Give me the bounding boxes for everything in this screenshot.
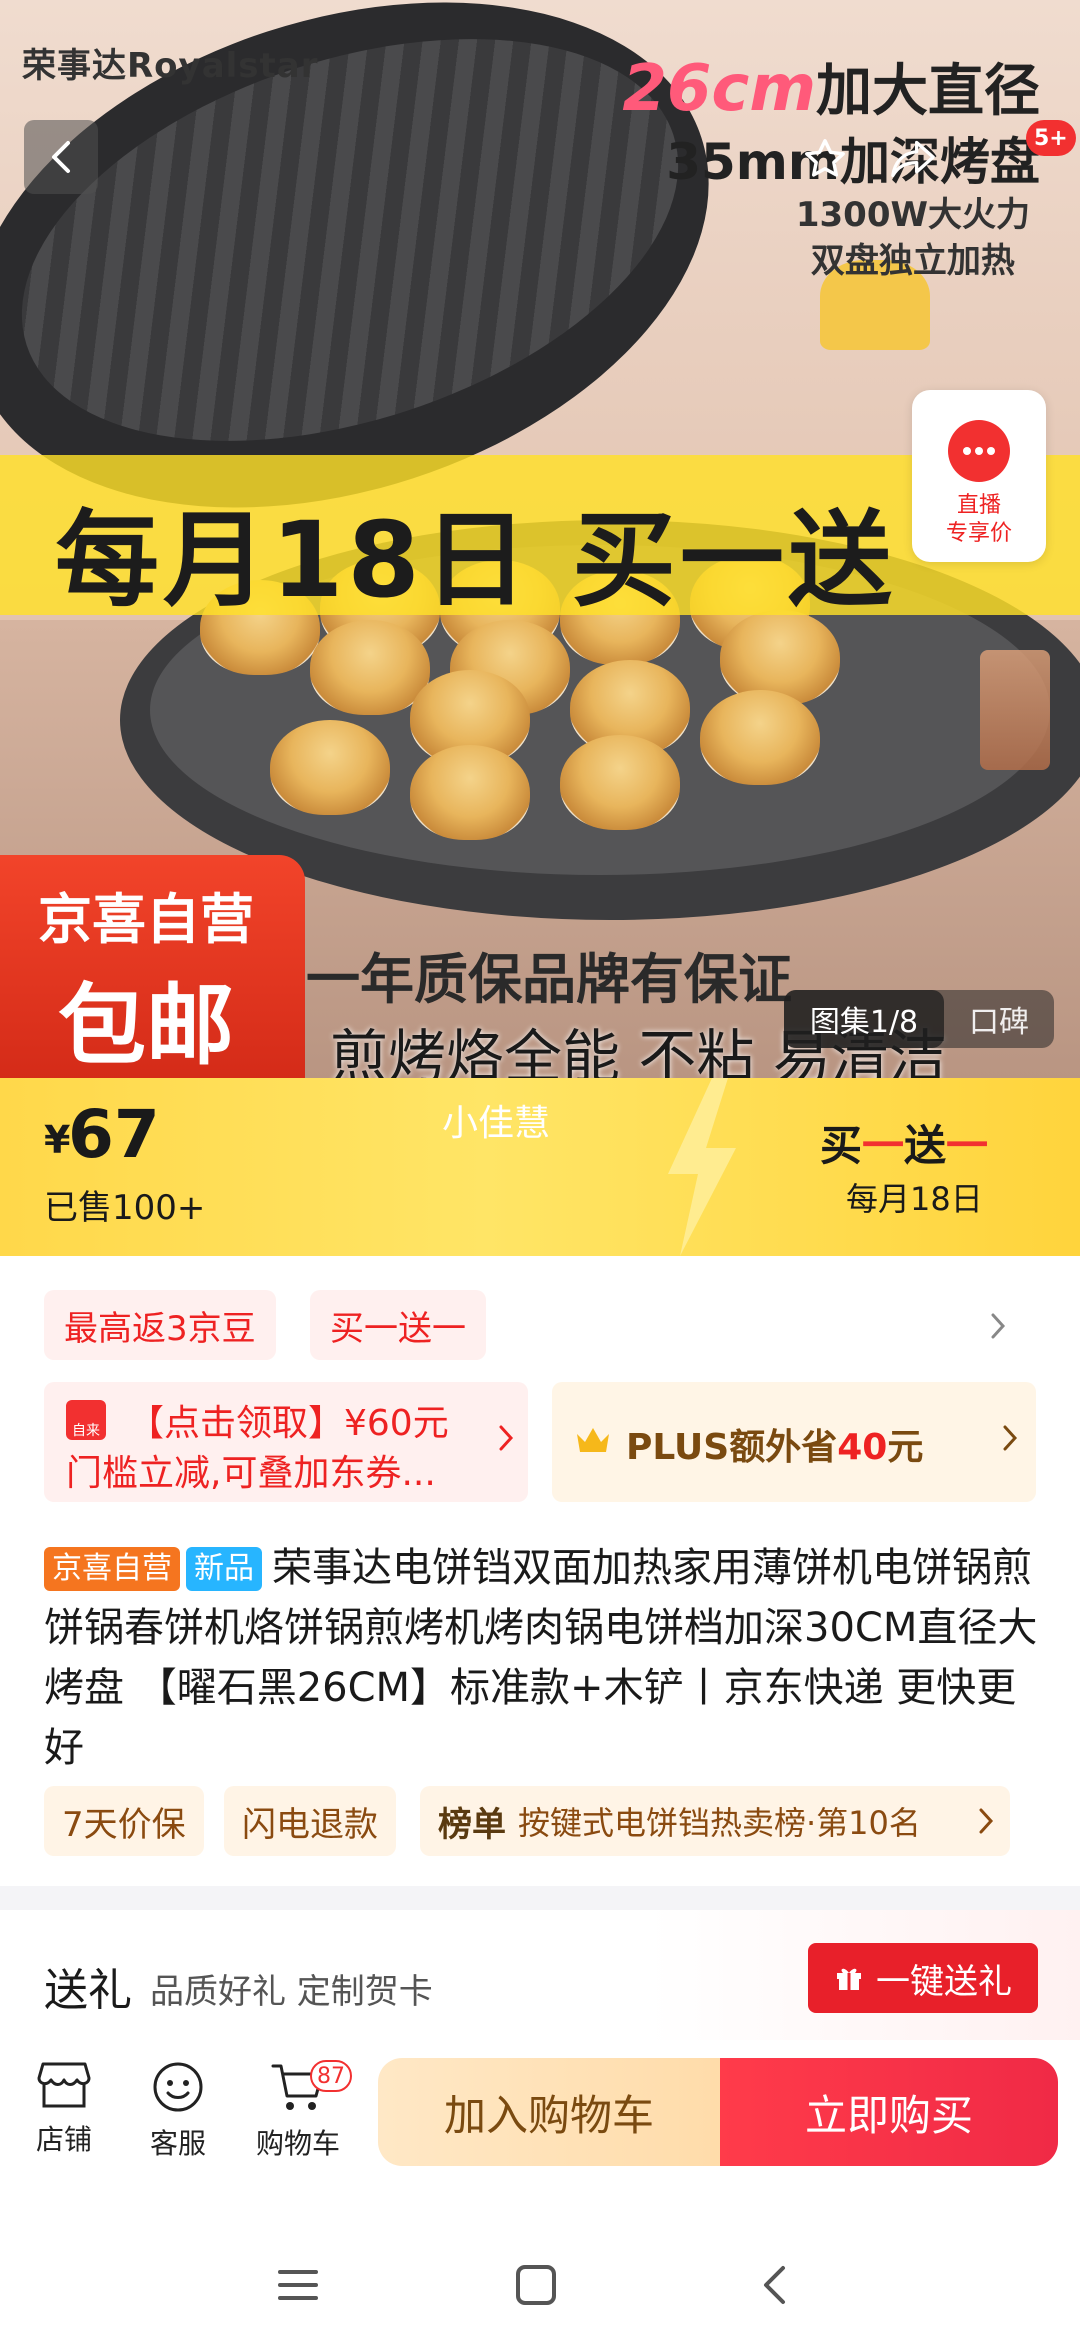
- promo-banner-text: 每月18日 买一送: [55, 499, 896, 621]
- share-icon: [891, 140, 935, 178]
- promo-size-text: 26cm加大直径: [622, 46, 1040, 127]
- gift-row[interactable]: 送礼 品质好礼 定制贺卡 一键送礼: [0, 1910, 1080, 2040]
- plus-savings-suffix: 元: [887, 1427, 924, 1468]
- product-title: 京喜自营 新品 荣事达电饼铛双面加热家用薄饼机电饼锅煎饼锅春饼机烙饼锅煎烤机烤肉锅电…: [44, 1538, 1044, 1778]
- plus-savings-text: PLUS额外省40元: [626, 1418, 923, 1470]
- live-price-card[interactable]: 直播 专享价: [912, 390, 1046, 562]
- ranking-text: 按键式电饼铛热卖榜·第10名: [518, 1804, 921, 1842]
- home-button[interactable]: [506, 2260, 566, 2310]
- warranty-text: 一年质保品牌有保证: [306, 948, 792, 1011]
- chevron-right-icon: [1003, 1425, 1018, 1451]
- customer-service-icon: [153, 2062, 203, 2112]
- back-chevron-icon: [764, 2266, 785, 2304]
- promo-get: 送: [904, 1121, 947, 1170]
- price-bar: ¥ 67 已售100+ 小佳慧 买一送一 每月18日: [0, 1078, 1080, 1256]
- jingdou-chip[interactable]: 最高返3京豆: [44, 1290, 276, 1360]
- promo-size-value: 26cm: [622, 52, 816, 126]
- live-label-2: 专享价: [945, 521, 1012, 546]
- promo-buy: 买: [820, 1121, 863, 1170]
- self-operated-tag: 京喜自营: [44, 1547, 180, 1591]
- promo-dash: 一: [946, 1121, 989, 1170]
- promo-power-text: 1300W大火力: [795, 195, 1030, 235]
- back-icon: [52, 141, 70, 173]
- plus-savings-amount: 40: [837, 1427, 888, 1468]
- promo-power-block: 1300W大火力 双盘独立加热: [796, 192, 1030, 284]
- bun-image: [410, 745, 530, 840]
- share-count-badge: 5+: [1026, 120, 1076, 156]
- recent-apps-button[interactable]: [268, 2260, 328, 2310]
- brand-logo: 荣事达Royalstar: [22, 46, 319, 86]
- promo-date: 每月18日: [846, 1180, 983, 1218]
- chevron-right-icon: [979, 1808, 994, 1834]
- lightning-icon: [668, 1078, 736, 1256]
- badge-shipping-text: 包邮: [58, 974, 235, 1077]
- badge-store-text: 京喜自营: [38, 888, 254, 951]
- cups-image: [980, 650, 1050, 770]
- section-divider: [0, 1886, 1080, 1910]
- gallery-tab[interactable]: 图集1/8: [784, 990, 944, 1048]
- price-value: 67: [68, 1096, 160, 1173]
- system-back-button[interactable]: [744, 2260, 804, 2310]
- promo-dual-text: 双盘独立加热: [810, 241, 1015, 281]
- coupon-title: 【点击领取】¥60元: [128, 1403, 449, 1444]
- coupon-desc: 门槛立减,可叠加东券...: [66, 1453, 436, 1494]
- back-button[interactable]: [24, 120, 98, 194]
- cart-button[interactable]: 购物车 87: [248, 2060, 352, 2200]
- promos-more-button[interactable]: [990, 1306, 1020, 1346]
- crown-icon: [577, 1428, 609, 1452]
- free-shipping-badge: 京喜自营 包邮: [0, 855, 305, 1078]
- reviews-tab[interactable]: 口碑: [944, 997, 1054, 1041]
- b1g1-chip[interactable]: 买一送一: [310, 1290, 486, 1360]
- gallery-switcher[interactable]: 图集1/8 口碑: [784, 990, 1054, 1048]
- promo-dash: 一: [862, 1121, 905, 1170]
- store-label: 店铺: [35, 2123, 92, 2156]
- live-host-name: 小佳慧: [442, 1103, 551, 1144]
- buy-now-button[interactable]: 立即购买: [720, 2058, 1058, 2166]
- ranking-label: 榜单: [438, 1804, 506, 1845]
- gift-icon: [837, 1968, 861, 1990]
- plus-savings-card[interactable]: PLUS额外省40元: [552, 1382, 1036, 1502]
- store-icon: [37, 2062, 91, 2108]
- sold-count: 已售100+: [44, 1188, 206, 1228]
- send-gift-button[interactable]: 一键送礼: [808, 1943, 1038, 2013]
- cart-count-badge: 87: [310, 2060, 352, 2092]
- cart-label: 购物车: [255, 2127, 340, 2160]
- home-square-icon: [516, 2265, 556, 2305]
- ranking-chip[interactable]: 榜单 按键式电饼铛热卖榜·第10名: [420, 1786, 1010, 1856]
- send-gift-label: 一键送礼: [876, 1961, 1012, 2002]
- bun-image: [310, 620, 430, 715]
- bun-image: [560, 735, 680, 830]
- star-icon: [805, 139, 845, 177]
- live-label-1: 直播: [956, 493, 1001, 518]
- bun-image: [270, 720, 390, 815]
- gift-subtitle: 品质好礼 定制贺卡: [150, 1972, 433, 2012]
- bun-image: [700, 690, 820, 785]
- promo-size-suffix: 加大直径: [816, 59, 1040, 124]
- customer-service-label: 客服: [149, 2127, 206, 2160]
- plus-savings-prefix: PLUS额外省: [626, 1427, 838, 1468]
- chevron-right-icon: [991, 1313, 1006, 1339]
- gift-title: 送礼: [44, 1965, 132, 2016]
- customer-service-button[interactable]: 客服: [128, 2060, 228, 2200]
- new-product-tag: 新品: [186, 1547, 262, 1591]
- live-icon: [948, 420, 1010, 482]
- currency-symbol: ¥: [44, 1118, 71, 1162]
- menu-icon: [278, 2270, 318, 2300]
- system-navigation-bar: [0, 2230, 1080, 2340]
- chevron-right-icon: [499, 1425, 514, 1451]
- add-to-cart-button[interactable]: 加入购物车: [378, 2058, 720, 2166]
- store-button[interactable]: 店铺: [14, 2060, 114, 2200]
- coupon-icon: 自来: [66, 1400, 106, 1440]
- favorite-button[interactable]: [790, 124, 860, 194]
- share-button[interactable]: [878, 124, 948, 194]
- fast-refund-chip[interactable]: 闪电退款: [224, 1786, 396, 1856]
- price-protect-chip[interactable]: 7天价保: [44, 1786, 204, 1856]
- buy-one-get-one-text: 买一送一: [820, 1112, 988, 1173]
- coupon-claim-card[interactable]: 自来 【点击领取】¥60元 门槛立减,可叠加东券...: [44, 1382, 528, 1502]
